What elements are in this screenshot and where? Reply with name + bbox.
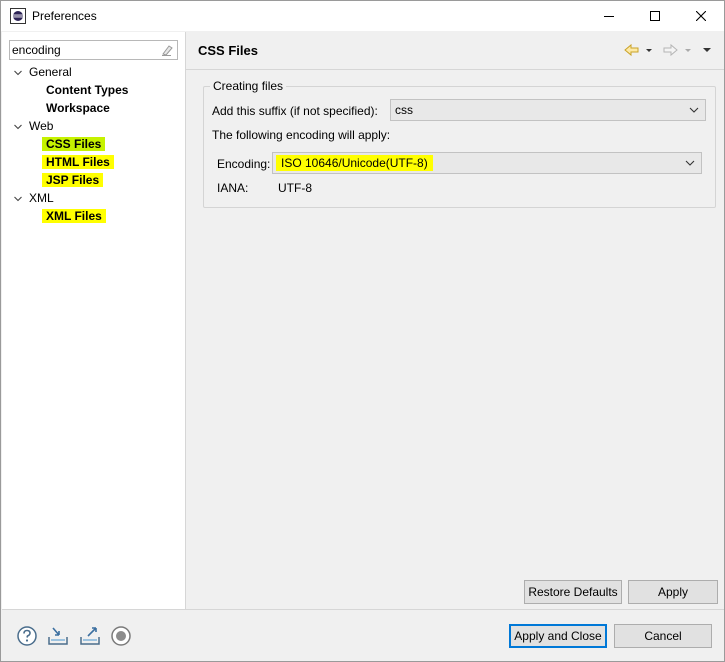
back-dropdown-icon[interactable] bbox=[645, 42, 653, 58]
footer-separator bbox=[2, 609, 724, 610]
apply-button[interactable]: Apply bbox=[628, 580, 718, 604]
help-icon[interactable] bbox=[16, 625, 38, 647]
encoding-label: Encoding: bbox=[217, 157, 271, 171]
chevron-down-icon bbox=[685, 160, 695, 166]
tree-item-label: Workspace bbox=[46, 101, 110, 115]
close-button[interactable] bbox=[678, 1, 724, 31]
tree-item-web[interactable]: Web bbox=[29, 117, 53, 135]
forward-arrow-icon[interactable] bbox=[661, 42, 679, 58]
export-icon[interactable] bbox=[79, 625, 101, 647]
iana-label: IANA: bbox=[217, 181, 249, 195]
suffix-value: css bbox=[395, 103, 413, 117]
minimize-icon bbox=[604, 16, 614, 17]
suffix-label: Add this suffix (if not specified): bbox=[212, 104, 378, 118]
encoding-value: ISO 10646/Unicode(UTF-8) bbox=[276, 155, 433, 171]
record-icon[interactable] bbox=[110, 625, 132, 647]
import-icon[interactable] bbox=[47, 625, 69, 647]
tree-item-label: Web bbox=[29, 119, 54, 133]
tree-item-xml-files[interactable]: XML Files bbox=[42, 207, 106, 225]
preferences-window: Preferences General Content Types Worksp… bbox=[0, 0, 725, 662]
suffix-combo[interactable]: css bbox=[390, 99, 706, 121]
maximize-button[interactable] bbox=[632, 1, 678, 31]
chevron-down-icon bbox=[689, 107, 699, 113]
tree-item-jsp-files[interactable]: JSP Files bbox=[42, 171, 104, 189]
chevron-down-icon[interactable] bbox=[13, 194, 23, 204]
tree-item-html-files[interactable]: HTML Files bbox=[42, 153, 114, 171]
iana-value: UTF-8 bbox=[278, 181, 312, 195]
page-title: CSS Files bbox=[198, 43, 258, 58]
tree-item-label: Content Types bbox=[46, 83, 129, 97]
maximize-icon bbox=[650, 11, 660, 21]
tree-item-css-files[interactable]: CSS Files bbox=[42, 135, 106, 153]
tree-item-content-types[interactable]: Content Types bbox=[46, 81, 128, 99]
group-title: Creating files bbox=[210, 79, 287, 93]
encoding-note: The following encoding will apply: bbox=[212, 128, 391, 142]
filter-field[interactable] bbox=[9, 40, 178, 60]
tree-item-label: XML Files bbox=[42, 209, 106, 223]
back-arrow-icon[interactable] bbox=[623, 42, 641, 58]
tree-item-label: CSS Files bbox=[42, 137, 106, 151]
tree-item-label: General bbox=[29, 65, 72, 79]
filter-input[interactable] bbox=[12, 42, 152, 57]
preference-tree-pane: General Content Types Workspace Web CSS … bbox=[2, 32, 186, 609]
apply-and-close-button[interactable]: Apply and Close bbox=[509, 624, 607, 648]
tree-item-workspace[interactable]: Workspace bbox=[46, 99, 110, 117]
tree-item-label: JSP Files bbox=[42, 173, 104, 187]
clear-filter-icon[interactable] bbox=[160, 43, 174, 57]
chevron-down-icon[interactable] bbox=[13, 122, 23, 132]
preference-page: CSS Files Creating files Add this suffix… bbox=[186, 32, 724, 609]
view-menu-icon[interactable] bbox=[702, 42, 712, 58]
restore-defaults-button[interactable]: Restore Defaults bbox=[524, 580, 622, 604]
window-title: Preferences bbox=[32, 9, 97, 23]
tree-item-label: XML bbox=[29, 191, 54, 205]
eclipse-app-icon bbox=[10, 8, 26, 24]
close-icon bbox=[696, 11, 706, 21]
header-separator bbox=[186, 69, 724, 70]
title-bar: Preferences bbox=[1, 1, 724, 31]
forward-dropdown-icon[interactable] bbox=[684, 42, 692, 58]
tree-item-xml[interactable]: XML bbox=[29, 189, 54, 207]
tree-item-label: HTML Files bbox=[42, 155, 114, 169]
cancel-button[interactable]: Cancel bbox=[614, 624, 712, 648]
encoding-combo[interactable]: ISO 10646/Unicode(UTF-8) bbox=[272, 152, 702, 174]
tree-item-general[interactable]: General bbox=[29, 63, 72, 81]
minimize-button[interactable] bbox=[586, 1, 632, 31]
chevron-down-icon[interactable] bbox=[13, 68, 23, 78]
